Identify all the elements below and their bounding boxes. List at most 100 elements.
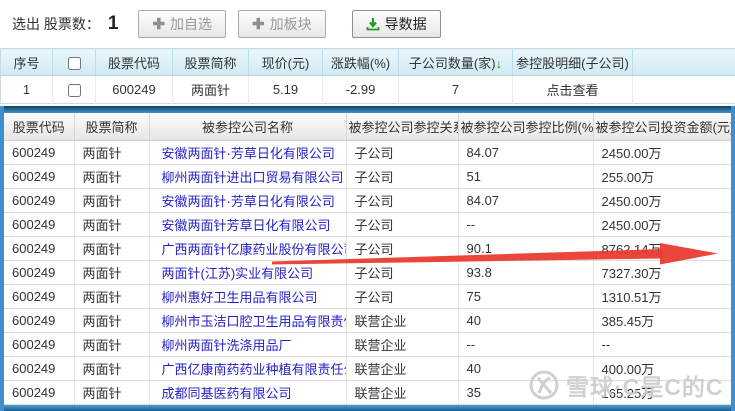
detail-cell: 600249 bbox=[4, 189, 74, 213]
row-checkbox[interactable] bbox=[68, 84, 81, 97]
header-stock-name[interactable]: 股票简称 bbox=[173, 49, 249, 76]
detail-cell: 600249 bbox=[4, 165, 74, 189]
detail-cell: 600249 bbox=[4, 309, 74, 333]
header-empty bbox=[633, 49, 735, 76]
detail-cell: 600249 bbox=[4, 237, 74, 261]
detail-cell: 7327.30万 bbox=[593, 261, 731, 285]
header-stock-code[interactable]: 股票代码 bbox=[96, 49, 173, 76]
detail-cell: 1310.51万 bbox=[593, 285, 731, 309]
company-name-link[interactable]: 安徽两面针·芳草日化有限公司 bbox=[149, 189, 346, 213]
company-name-link[interactable]: 安徽两面针·芳草日化有限公司 bbox=[149, 141, 346, 165]
detail-cell: 600249 bbox=[4, 381, 74, 405]
stock-name-link[interactable]: 两面针 bbox=[173, 76, 249, 104]
selected-stocks-label: 选出 股票数： bbox=[12, 14, 100, 34]
company-name-link[interactable]: 柳州惠好卫生用品有限公司 bbox=[149, 285, 346, 309]
header-change-pct[interactable]: 涨跌幅(%) bbox=[323, 49, 399, 76]
detail-cell: 子公司 bbox=[346, 285, 458, 309]
company-name-link[interactable]: 柳州两面针洗涤用品厂 bbox=[149, 333, 346, 357]
view-detail-link[interactable]: 点击查看 bbox=[513, 76, 633, 104]
detail-cell: 子公司 bbox=[346, 165, 458, 189]
detail-cell: 165.25万 bbox=[593, 381, 731, 405]
panel-bottom-border bbox=[4, 405, 731, 411]
detail-cell: 600249 bbox=[4, 261, 74, 285]
detail-header-cell: 股票代码 bbox=[4, 113, 74, 141]
detail-header-cell: 被参控公司投资金额(元) bbox=[593, 113, 731, 141]
export-data-button[interactable]: 导数据 bbox=[352, 10, 441, 38]
detail-cell: 两面针 bbox=[74, 333, 149, 357]
detail-cell: 93.8 bbox=[458, 261, 593, 285]
detail-cell: 600249 bbox=[4, 141, 74, 165]
toolbar: 选出 股票数： 1 ✚ 加自选 ✚ 加板块 导数据 bbox=[0, 0, 735, 48]
detail-cell: -- bbox=[593, 333, 731, 357]
detail-cell: 联营企业 bbox=[346, 357, 458, 381]
detail-header-cell: 被参控公司参控比例(%) bbox=[458, 113, 593, 141]
detail-row: 600249两面针成都同基医药有限公司联营企业35165.25万 bbox=[4, 381, 731, 405]
detail-row: 600249两面针柳州市玉洁口腔卫生用品有限责任公司联营企业40385.45万 bbox=[4, 309, 731, 333]
detail-cell: 子公司 bbox=[346, 237, 458, 261]
company-name-link[interactable]: 成都同基医药有限公司 bbox=[149, 381, 346, 405]
detail-cell: 联营企业 bbox=[346, 381, 458, 405]
detail-cell: 35 bbox=[458, 381, 593, 405]
cell-price: 5.19 bbox=[249, 76, 323, 104]
detail-cell: 两面针 bbox=[74, 213, 149, 237]
detail-header-cell: 被参控公司名称 bbox=[149, 113, 346, 141]
panel-top-border bbox=[4, 106, 731, 113]
detail-cell: -- bbox=[458, 333, 593, 357]
main-header-row: 序号 股票代码 股票简称 现价(元) 涨跌幅(%) 子公司数量(家)↓ 参控股明… bbox=[1, 49, 735, 76]
holdings-detail-panel: 股票代码股票简称被参控公司名称被参控公司参控关系被参控公司参控比例(%)被参控公… bbox=[0, 106, 735, 411]
detail-cell: 两面针 bbox=[74, 309, 149, 333]
detail-row: 600249两面针安徽两面针芳草日化有限公司子公司--2450.00万 bbox=[4, 213, 731, 237]
select-all-checkbox[interactable] bbox=[68, 57, 81, 70]
plus-icon: ✚ bbox=[152, 15, 165, 33]
detail-cell: 40 bbox=[458, 357, 593, 381]
detail-header-cell: 被参控公司参控关系 bbox=[346, 113, 458, 141]
detail-cell: 两面针 bbox=[74, 261, 149, 285]
detail-row: 600249两面针两面针(江苏)实业有限公司子公司93.87327.30万 bbox=[4, 261, 731, 285]
header-price[interactable]: 现价(元) bbox=[249, 49, 323, 76]
cell-seq: 1 bbox=[1, 76, 53, 104]
company-name-link[interactable]: 广西亿康南药药业种植有限责任公司 bbox=[149, 357, 346, 381]
detail-table-body: 600249两面针安徽两面针·芳草日化有限公司子公司84.072450.00万6… bbox=[4, 141, 731, 405]
detail-cell: 84.07 bbox=[458, 141, 593, 165]
add-sector-button[interactable]: ✚ 加板块 bbox=[238, 10, 326, 38]
add-sector-label: 加板块 bbox=[270, 14, 312, 34]
detail-cell: 84.07 bbox=[458, 189, 593, 213]
detail-cell: 600249 bbox=[4, 357, 74, 381]
detail-cell: 子公司 bbox=[346, 213, 458, 237]
cell-select bbox=[53, 76, 96, 104]
detail-cell: 两面针 bbox=[74, 285, 149, 309]
sort-desc-icon: ↓ bbox=[496, 56, 503, 71]
company-name-link[interactable]: 广西两面针亿康药业股份有限公司 bbox=[149, 237, 346, 261]
cell-subsidiary-count: 7 bbox=[399, 76, 513, 104]
detail-cell: 两面针 bbox=[74, 141, 149, 165]
add-watchlist-button[interactable]: ✚ 加自选 bbox=[138, 10, 226, 38]
detail-cell: 两面针 bbox=[74, 189, 149, 213]
detail-row: 600249两面针广西两面针亿康药业股份有限公司子公司90.18762.14万 bbox=[4, 237, 731, 261]
detail-row: 600249两面针柳州两面针进出口贸易有限公司子公司51255.00万 bbox=[4, 165, 731, 189]
header-holding-detail[interactable]: 参控股明细(子公司) bbox=[513, 49, 633, 76]
company-name-link[interactable]: 安徽两面针芳草日化有限公司 bbox=[149, 213, 346, 237]
detail-cell: 子公司 bbox=[346, 141, 458, 165]
header-select-all bbox=[53, 49, 96, 76]
detail-cell: 2450.00万 bbox=[593, 189, 731, 213]
detail-cell: 两面针 bbox=[74, 165, 149, 189]
download-icon bbox=[366, 17, 380, 31]
detail-cell: 2450.00万 bbox=[593, 213, 731, 237]
header-subsidiary-count[interactable]: 子公司数量(家)↓ bbox=[399, 49, 513, 76]
detail-cell: 8762.14万 bbox=[593, 237, 731, 261]
cell-change-pct: -2.99 bbox=[323, 76, 399, 104]
company-name-link[interactable]: 两面针(江苏)实业有限公司 bbox=[149, 261, 346, 285]
company-name-link[interactable]: 柳州市玉洁口腔卫生用品有限责任公司 bbox=[149, 309, 346, 333]
holdings-detail-table: 股票代码股票简称被参控公司名称被参控公司参控关系被参控公司参控比例(%)被参控公… bbox=[4, 113, 731, 405]
detail-row: 600249两面针广西亿康南药药业种植有限责任公司联营企业40400.00万 bbox=[4, 357, 731, 381]
detail-header-cell: 股票简称 bbox=[74, 113, 149, 141]
detail-cell: 51 bbox=[458, 165, 593, 189]
stock-row: 1 600249 两面针 5.19 -2.99 7 点击查看 bbox=[1, 76, 735, 104]
detail-cell: 联营企业 bbox=[346, 333, 458, 357]
detail-cell: 600249 bbox=[4, 285, 74, 309]
detail-cell: 子公司 bbox=[346, 189, 458, 213]
export-data-label: 导数据 bbox=[385, 14, 427, 34]
header-seq[interactable]: 序号 bbox=[1, 49, 53, 76]
detail-cell: 600249 bbox=[4, 213, 74, 237]
company-name-link[interactable]: 柳州两面针进出口贸易有限公司 bbox=[149, 165, 346, 189]
